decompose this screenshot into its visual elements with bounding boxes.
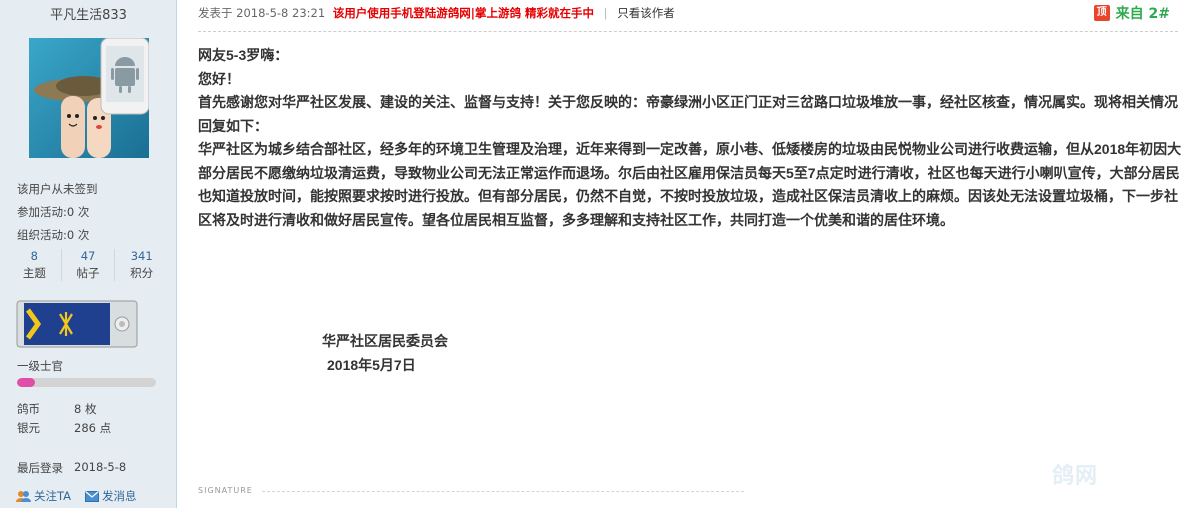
floor-indicator: 顶 来自 2# [1093, 3, 1170, 23]
last-login: 最后登录 2018-5-8 [17, 460, 126, 476]
signature-org: 华严社区居民委员会 [322, 333, 448, 349]
signature-date: 2018年5月7日 [327, 357, 416, 373]
only-author-link[interactable]: 只看该作者 [617, 6, 675, 20]
rank-progress-bar [17, 378, 156, 387]
last-login-label: 最后登录 [17, 461, 63, 475]
last-login-value: 2018-5-8 [74, 460, 127, 474]
follow-button[interactable]: 关注TA [16, 488, 71, 504]
currency-pigeon-label: 鸽币 [17, 402, 40, 416]
separator: | [603, 6, 608, 20]
greeting-recipient: 网友5-3罗嗨： [198, 47, 289, 63]
count-posts[interactable]: 47 帖子 [62, 249, 116, 281]
user-actions: 关注TA 发消息 [16, 488, 137, 504]
watermark: 鸽网 [1052, 464, 1099, 489]
sign-status: 该用户从未签到 [17, 182, 98, 196]
count-points-label: 积分 [130, 266, 154, 280]
users-icon [16, 491, 31, 502]
currency-pigeon: 鸽币 8 枚 [17, 401, 96, 417]
user-counts: 8 主题 47 帖子 341 积分 [8, 249, 168, 281]
count-posts-num[interactable]: 47 [62, 249, 115, 263]
joined-activity: 参加活动:0 次 [17, 204, 89, 220]
count-posts-label: 帖子 [76, 266, 100, 280]
post-meta: 发表于 2018-5-8 23:21 该用户使用手机登陆游鸽网|掌上游鸽 精彩就… [198, 5, 675, 21]
top-icon[interactable]: 顶 [1093, 5, 1110, 21]
paragraph-detail: 华严社区为城乡结合部社区，经多年的环境卫生管理及治理，近年来得到一定改善，原小巷… [198, 141, 1182, 228]
greeting: 您好！ [198, 70, 240, 87]
currency-silver: 银元 286 点 [17, 420, 111, 436]
count-topics[interactable]: 8 主题 [8, 249, 62, 281]
envelope-icon [85, 490, 99, 502]
joined-activity-label: 参加活动: [17, 205, 67, 219]
post-content: 网友5-3罗嗨： 您好！ 首先感谢您对华严社区发展、建设的关注、监督与支持！关于… [198, 44, 1183, 232]
signature-label: SIGNATURE [198, 486, 253, 495]
follow-label[interactable]: 关注TA [34, 488, 71, 504]
organized-activity: 组织活动:0 次 [17, 227, 89, 243]
rank-badge-icon [16, 300, 138, 348]
message-label[interactable]: 发消息 [102, 488, 137, 504]
username[interactable]: 平凡生活833 [0, 4, 177, 23]
joined-activity-value: 0 次 [66, 205, 90, 219]
floor-number[interactable]: 来自 2# [1116, 3, 1170, 23]
organized-activity-label: 组织活动: [17, 228, 67, 242]
rank-progress-fill [17, 378, 36, 387]
currency-silver-value: 286 点 [74, 421, 112, 435]
count-points-num[interactable]: 341 [115, 249, 168, 263]
avatar[interactable] [29, 38, 149, 158]
paragraph-intro: 首先感谢您对华严社区发展、建设的关注、监督与支持！关于您反映的：帝豪绿洲小区正门… [198, 94, 1178, 134]
mobile-ad-link[interactable]: 该用户使用手机登陆游鸽网|掌上游鸽 精彩就在手中 [333, 6, 594, 20]
message-button[interactable]: 发消息 [85, 488, 137, 504]
count-topics-num[interactable]: 8 [8, 249, 61, 263]
user-sidebar: 平凡生活833 该用户从未签到 参加活动:0 次 组织活动:0 次 8 主题 4… [0, 0, 177, 508]
count-points[interactable]: 341 积分 [115, 249, 168, 281]
currency-silver-label: 银元 [17, 421, 40, 435]
header-divider [198, 31, 1178, 32]
signature-divider [262, 491, 744, 492]
currency-pigeon-value: 8 枚 [74, 402, 97, 416]
count-topics-label: 主题 [22, 266, 46, 280]
organized-activity-value: 0 次 [66, 228, 90, 242]
rank-title: 一级士官 [17, 359, 63, 373]
post-date: 发表于 2018-5-8 23:21 [198, 6, 326, 20]
